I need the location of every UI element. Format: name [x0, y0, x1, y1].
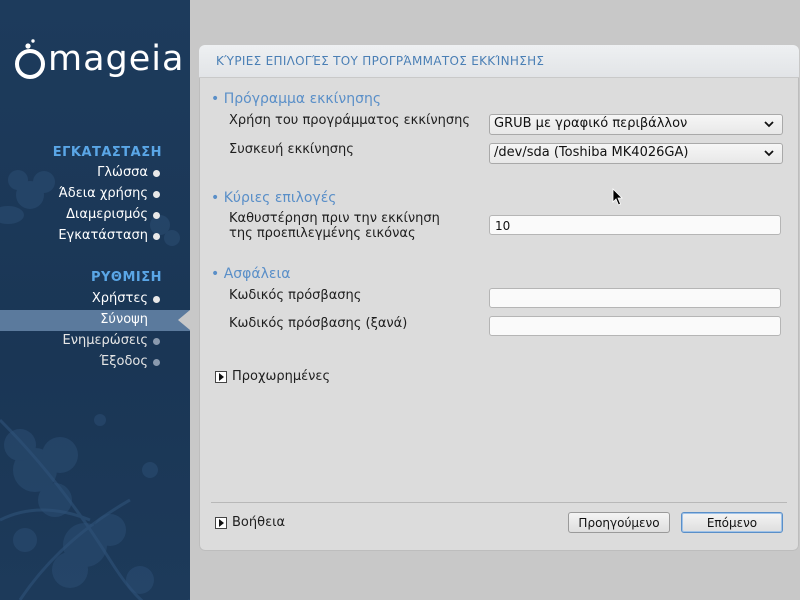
page-title: ΚΎΡΙΕΣ ΕΠΙΛΟΓΈΣ ΤΟΥ ΠΡΟΓΡΆΜΜΑΤΟΣ ΕΚΚΊΝΗΣ…: [216, 54, 545, 68]
bootloader-options-panel: ΚΎΡΙΕΣ ΕΠΙΛΟΓΈΣ ΤΟΥ ΠΡΟΓΡΆΜΜΑΤΟΣ ΕΚΚΊΝΗΣ…: [199, 45, 799, 551]
bootloader-select-value: GRUB με γραφικό περιβάλλον: [494, 116, 688, 131]
mouse-pointer-icon: [612, 188, 623, 206]
sidebar: mageia ΕΓΚΑΤΑΣΤΑΣΗ Γλώσσα Άδεια χρήσης Δ…: [0, 0, 190, 600]
help-label: Βοήθεια: [232, 515, 286, 530]
sidebar-item-summary: Σύνοψη: [0, 310, 190, 331]
panel-header: ΚΎΡΙΕΣ ΕΠΙΛΟΓΈΣ ΤΟΥ ΠΡΟΓΡΆΜΜΑΤΟΣ ΕΚΚΊΝΗΣ…: [199, 45, 799, 78]
boot-device-label: Συσκευή εκκίνησης: [229, 142, 354, 157]
step-done-dot-icon: [153, 212, 160, 219]
step-done-dot-icon: [153, 191, 160, 198]
boot-delay-label-line1: Καθυστέρηση πριν την εκκίνηση: [229, 211, 440, 226]
boot-device-select[interactable]: /dev/sda (Toshiba MK4026GA): [489, 143, 783, 164]
password-again-label: Κωδικός πρόσβασης (ξανά): [229, 316, 408, 331]
sidebar-item-label: Διαμερισμός: [66, 207, 148, 222]
sidebar-item-updates: Ενημερώσεις: [0, 331, 190, 352]
chevron-down-icon: [764, 150, 774, 157]
step-pending-dot-icon: [153, 338, 160, 345]
sidebar-item-partitioning: Διαμερισμός: [0, 205, 190, 226]
next-button[interactable]: Επόμενο: [681, 512, 783, 533]
boot-delay-input[interactable]: 10: [489, 215, 781, 235]
divider: [211, 502, 787, 503]
sidebar-item-label: Σύνοψη: [100, 312, 148, 327]
sidebar-item-users: Χρήστες: [0, 289, 190, 310]
password-label: Κωδικός πρόσβασης: [229, 288, 362, 303]
mageia-swirl-icon: [15, 39, 45, 79]
section-title-configure: ΡΥΘΜΙΣΗ: [90, 270, 162, 285]
bootloader-use-label: Χρήση του προγράμματος εκκίνησης: [229, 113, 471, 128]
sidebar-item-label: Εγκατάσταση: [58, 228, 148, 243]
triangle-right-icon: [215, 371, 227, 383]
section-title-install: ΕΓΚΑΤΑΣΤΑΣΗ: [52, 145, 162, 160]
chevron-down-icon: [764, 121, 774, 128]
advanced-label: Προχωρημένες: [232, 369, 331, 384]
boot-device-select-value: /dev/sda (Toshiba MK4026GA): [494, 145, 689, 160]
step-done-dot-icon: [153, 233, 160, 240]
help-button[interactable]: Βοήθεια: [215, 515, 305, 532]
active-step-pointer-icon: [178, 310, 190, 330]
sidebar-item-language: Γλώσσα: [0, 163, 190, 184]
password-input[interactable]: [489, 288, 781, 308]
triangle-right-icon: [215, 517, 227, 529]
sidebar-item-exit: Έξοδος: [0, 352, 190, 373]
step-done-dot-icon: [153, 170, 160, 177]
boot-delay-value: 10: [495, 219, 511, 233]
bootloader-select[interactable]: GRUB με γραφικό περιβάλλον: [489, 114, 783, 135]
password-again-input[interactable]: [489, 316, 781, 336]
step-pending-dot-icon: [153, 359, 160, 366]
group-title-main-options: • Κύριες επιλογές: [211, 190, 337, 206]
sidebar-item-license: Άδεια χρήσης: [0, 184, 190, 205]
advanced-expander[interactable]: Προχωρημένες: [215, 369, 355, 386]
brand-name: mageia: [48, 39, 185, 79]
group-title-bootloader: • Πρόγραμμα εκκίνησης: [211, 91, 382, 107]
group-title-security: • Ασφάλεια: [211, 266, 291, 282]
sidebar-item-label: Γλώσσα: [97, 165, 148, 180]
boot-delay-label-line2: της προεπιλεγμένης εικόνας: [229, 226, 416, 241]
step-done-dot-icon: [153, 296, 160, 303]
sidebar-item-label: Άδεια χρήσης: [58, 186, 148, 201]
previous-button[interactable]: Προηγούμενο: [568, 512, 670, 533]
sidebar-item-label: Χρήστες: [91, 291, 148, 306]
sidebar-item-installation: Εγκατάσταση: [0, 226, 190, 247]
sidebar-item-label: Έξοδος: [99, 354, 148, 369]
sidebar-item-label: Ενημερώσεις: [62, 333, 148, 348]
